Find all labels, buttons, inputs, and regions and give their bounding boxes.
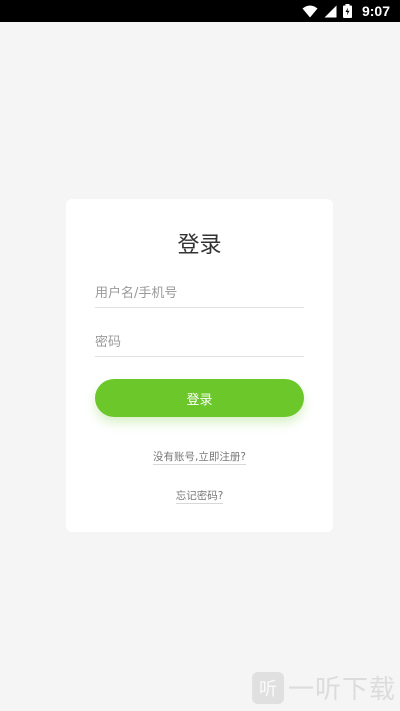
register-link[interactable]: 没有账号,立即注册? [153, 451, 246, 465]
watermark-logo-icon: 听 [251, 671, 284, 704]
password-field[interactable] [95, 317, 304, 357]
battery-icon [342, 4, 352, 18]
forgot-link-row: 忘记密码? [66, 488, 333, 504]
register-link-row: 没有账号,立即注册? [66, 449, 333, 465]
watermark-text: 一听下载 [287, 675, 396, 705]
login-card: 登录 登录 没有账号,立即注册? 忘记密码? [66, 199, 333, 532]
login-title: 登录 [177, 233, 222, 258]
username-input[interactable] [95, 286, 304, 301]
forgot-password-link[interactable]: 忘记密码? [175, 490, 224, 504]
wifi-icon [302, 5, 318, 18]
status-time: 9:07 [361, 3, 390, 19]
signal-icon [324, 5, 337, 18]
watermark: 听 一听下载 [251, 669, 396, 706]
login-button[interactable]: 登录 [95, 379, 304, 417]
password-input[interactable] [95, 335, 304, 350]
username-field[interactable] [95, 268, 304, 308]
status-bar: 9:07 [0, 0, 400, 22]
